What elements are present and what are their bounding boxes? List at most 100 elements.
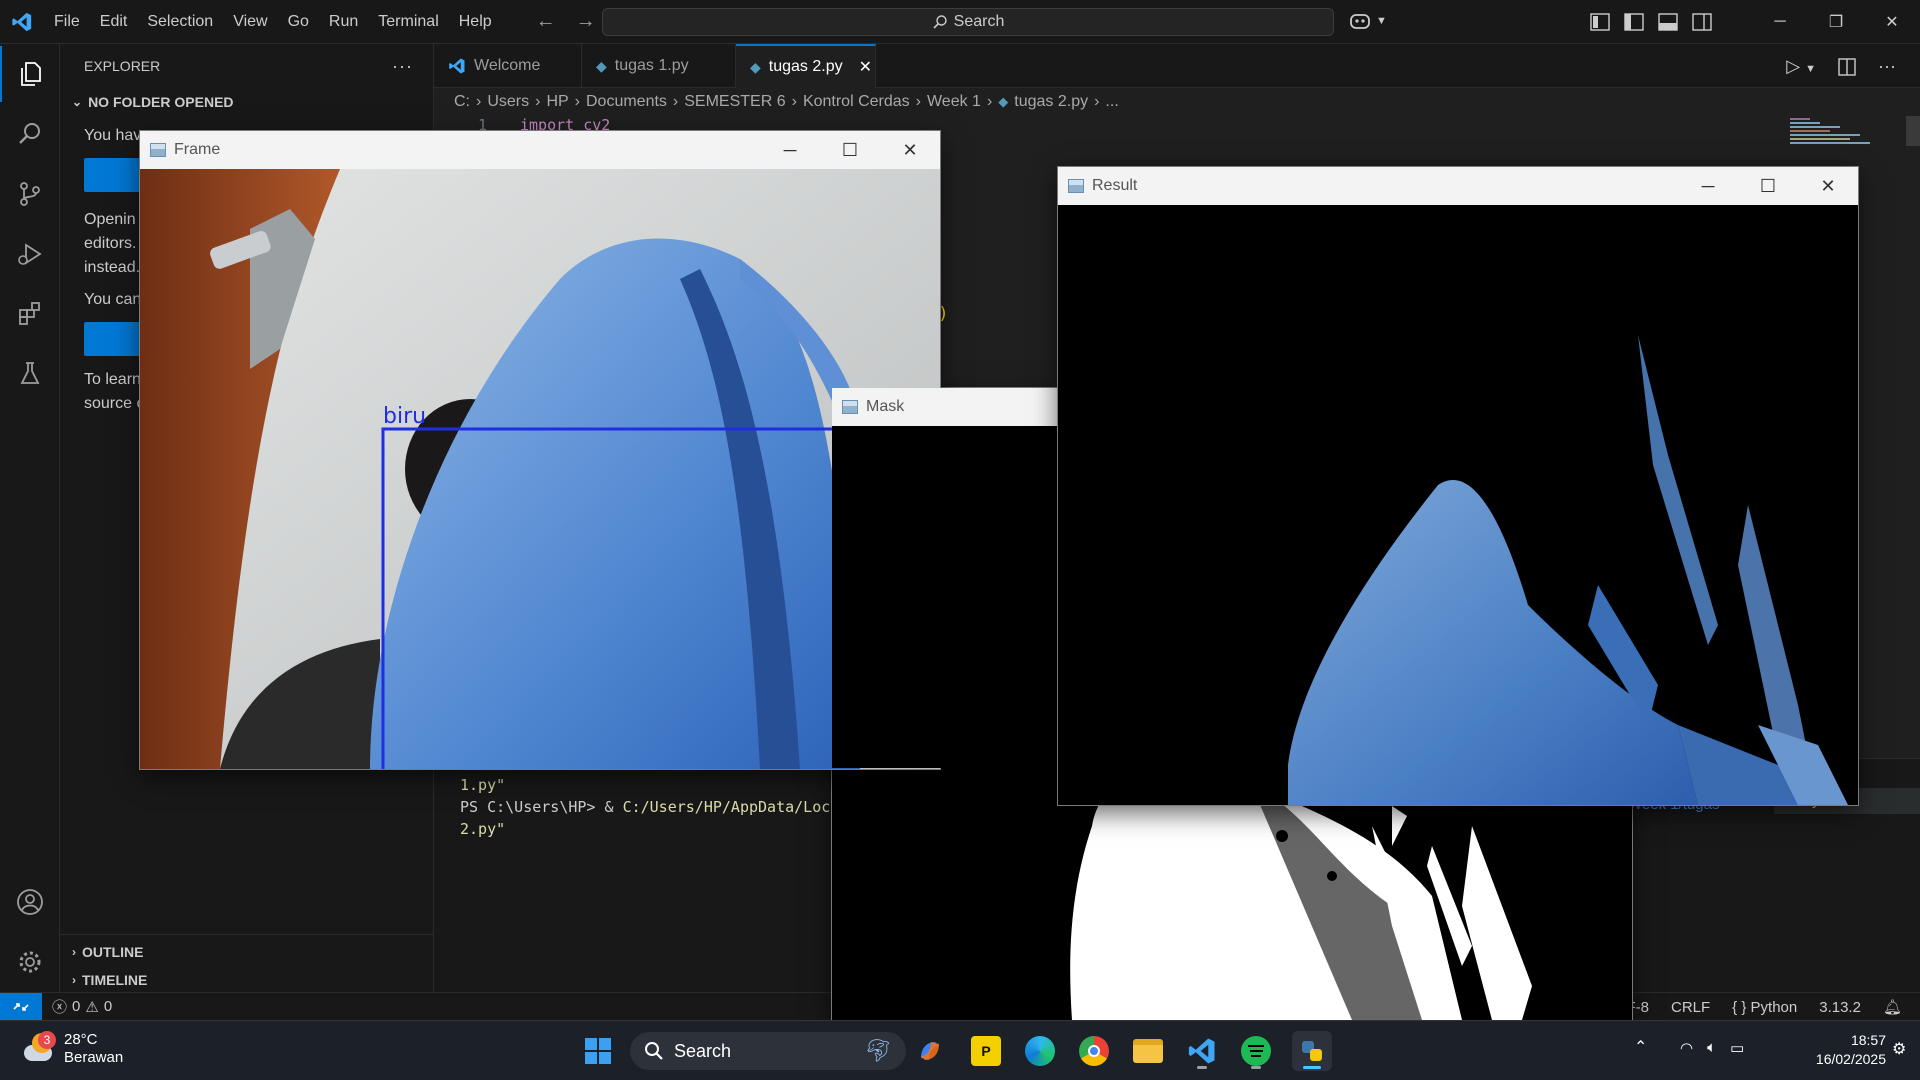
scrollbar-thumb[interactable] [1906, 116, 1920, 146]
taskbar: 3 28°C Berawan Search 🐬︎ P ⌃ ◠ 🔈︎ ▭ 18:5… [0, 1020, 1920, 1080]
breadcrumb-item[interactable]: Kontrol Cerdas [803, 93, 910, 111]
restore-button[interactable]: ❐ [1808, 0, 1864, 44]
maximize-button[interactable]: ☐ [1738, 167, 1798, 205]
edge-icon[interactable] [1020, 1031, 1060, 1071]
frame-window[interactable]: Frame ─ ☐ ✕ biru [140, 131, 940, 769]
minimize-button[interactable]: ─ [760, 131, 820, 169]
menu-terminal[interactable]: Terminal [368, 0, 448, 44]
close-button[interactable]: ✕ [880, 131, 940, 169]
notifications-bell-icon[interactable]: 🔔︎ [1883, 998, 1902, 1016]
breadcrumb-item[interactable]: Documents [586, 93, 667, 111]
run-file-icon[interactable]: ▷ ▼ [1786, 56, 1816, 77]
weather-widget[interactable]: 3 28°C Berawan [20, 1031, 123, 1067]
temperature: 28°C [64, 1031, 98, 1048]
python-version[interactable]: 3.13.2 [1819, 999, 1861, 1016]
gear-icon[interactable] [0, 934, 60, 990]
language-label: Python [1750, 998, 1798, 1016]
menu-go[interactable]: Go [278, 0, 319, 44]
no-folder-section[interactable]: ⌄ NO FOLDER OPENED [60, 88, 433, 116]
show-hidden-icons[interactable]: ⌃ [1634, 1037, 1647, 1057]
split-editor-icon[interactable] [1838, 57, 1856, 76]
customize-layout-icon[interactable] [1590, 13, 1610, 31]
running-indicator [1303, 1066, 1321, 1069]
copilot-app-icon[interactable] [910, 1031, 950, 1071]
tab-tugas-1[interactable]: ◆ tugas 1.py [582, 44, 736, 88]
toggle-secondary-sidebar-icon[interactable] [1692, 13, 1712, 31]
breadcrumb-item[interactable]: C: [454, 93, 470, 111]
start-button[interactable] [578, 1031, 618, 1071]
toggle-panel-icon[interactable] [1658, 13, 1678, 31]
account-icon[interactable] [0, 874, 60, 930]
breadcrumb-item[interactable]: SEMESTER 6 [684, 93, 785, 111]
minimize-button[interactable]: ─ [1752, 0, 1808, 44]
back-arrow-icon[interactable]: ← [536, 10, 556, 33]
more-actions-icon[interactable]: ··· [1878, 56, 1896, 77]
vscode-taskbar-icon[interactable] [1182, 1031, 1222, 1071]
menu-file[interactable]: File [44, 0, 90, 44]
language-mode[interactable]: { } Python [1732, 999, 1797, 1016]
extensions-icon[interactable] [0, 286, 60, 342]
menu-run[interactable]: Run [319, 0, 368, 44]
search-icon[interactable] [0, 106, 60, 162]
testing-icon[interactable] [0, 346, 60, 402]
chevron-right-icon: › [72, 945, 76, 959]
maximize-button[interactable]: ☐ [820, 131, 880, 169]
mask-title-overlay[interactable]: Mask [832, 388, 1060, 426]
timeline-label: TIMELINE [82, 972, 148, 988]
window-app-icon [842, 400, 858, 414]
breadcrumb-item[interactable]: tugas 2.py [1014, 93, 1088, 111]
eol-label[interactable]: CRLF [1671, 999, 1710, 1016]
mask-title: Mask [866, 398, 905, 415]
forward-arrow-icon[interactable]: → [576, 10, 596, 33]
more-actions-icon[interactable]: ··· [392, 56, 413, 77]
copilot-icon[interactable]: ▼ [1348, 10, 1387, 32]
breadcrumb-item[interactable]: Week 1 [927, 93, 981, 111]
date: 16/02/2025 [1815, 1051, 1886, 1067]
menu-bar: File Edit Selection View Go Run Terminal… [44, 0, 502, 44]
breadcrumb-item[interactable]: HP [546, 93, 568, 111]
terminal-output: 1.py" PS C:\Users\HP> & C:/Users/HP/AppD… [460, 774, 839, 840]
frame-titlebar[interactable]: Frame ─ ☐ ✕ [140, 131, 940, 169]
file-explorer-icon[interactable] [1128, 1031, 1168, 1071]
menu-edit[interactable]: Edit [90, 0, 138, 44]
result-window[interactable]: Result ─ ☐ ✕ [1058, 167, 1858, 805]
taskbar-search[interactable]: Search 🐬︎ [630, 1032, 906, 1070]
run-debug-icon[interactable] [0, 226, 60, 282]
detection-label: biru [383, 404, 426, 429]
close-button[interactable]: ✕ [1798, 167, 1858, 205]
chrome-icon[interactable] [1074, 1031, 1114, 1071]
source-control-icon[interactable] [0, 166, 60, 222]
breadcrumb-item[interactable]: ... [1105, 93, 1118, 111]
warning-icon: ⚠ [85, 998, 99, 1016]
time: 18:57 [1850, 1032, 1886, 1048]
python-taskbar-icon[interactable] [1292, 1031, 1332, 1071]
timeline-section[interactable]: › TIMELINE [60, 966, 147, 994]
spotify-icon[interactable] [1236, 1031, 1276, 1071]
running-indicator [1251, 1066, 1261, 1069]
error-icon: ⓧ [52, 999, 68, 1016]
problems-indicator[interactable]: ⓧ 0 ⚠ 0 [52, 996, 112, 1017]
result-image [1058, 205, 1858, 805]
menu-view[interactable]: View [223, 0, 277, 44]
menu-help[interactable]: Help [449, 0, 502, 44]
system-tray[interactable]: ◠ 🔈︎ ▭ [1680, 1039, 1744, 1057]
menu-selection[interactable]: Selection [137, 0, 223, 44]
close-tab-icon[interactable]: ✕ [859, 57, 872, 77]
remote-indicator[interactable] [0, 992, 42, 1021]
terminal-line: 1.py" [460, 776, 506, 794]
notification-badge: 3 [38, 1031, 56, 1049]
explorer-icon[interactable] [0, 46, 60, 102]
command-search[interactable]: Search [602, 8, 1334, 36]
breadcrumb-item[interactable]: Users [487, 93, 529, 111]
clock[interactable]: 18:57 16/02/2025 [1786, 1031, 1886, 1069]
pycharm-icon[interactable]: P [966, 1031, 1006, 1071]
notification-center-icon[interactable]: ⚙︎ [1892, 1039, 1906, 1059]
tab-tugas-2[interactable]: ◆ tugas 2.py ✕ [736, 44, 876, 88]
toggle-primary-sidebar-icon[interactable] [1624, 13, 1644, 31]
tab-welcome[interactable]: Welcome [434, 44, 582, 88]
vscode-logo-icon [0, 0, 44, 44]
close-button[interactable]: ✕ [1864, 0, 1920, 44]
outline-section[interactable]: › OUTLINE [60, 938, 143, 966]
result-titlebar[interactable]: Result ─ ☐ ✕ [1058, 167, 1858, 205]
minimize-button[interactable]: ─ [1678, 167, 1738, 205]
